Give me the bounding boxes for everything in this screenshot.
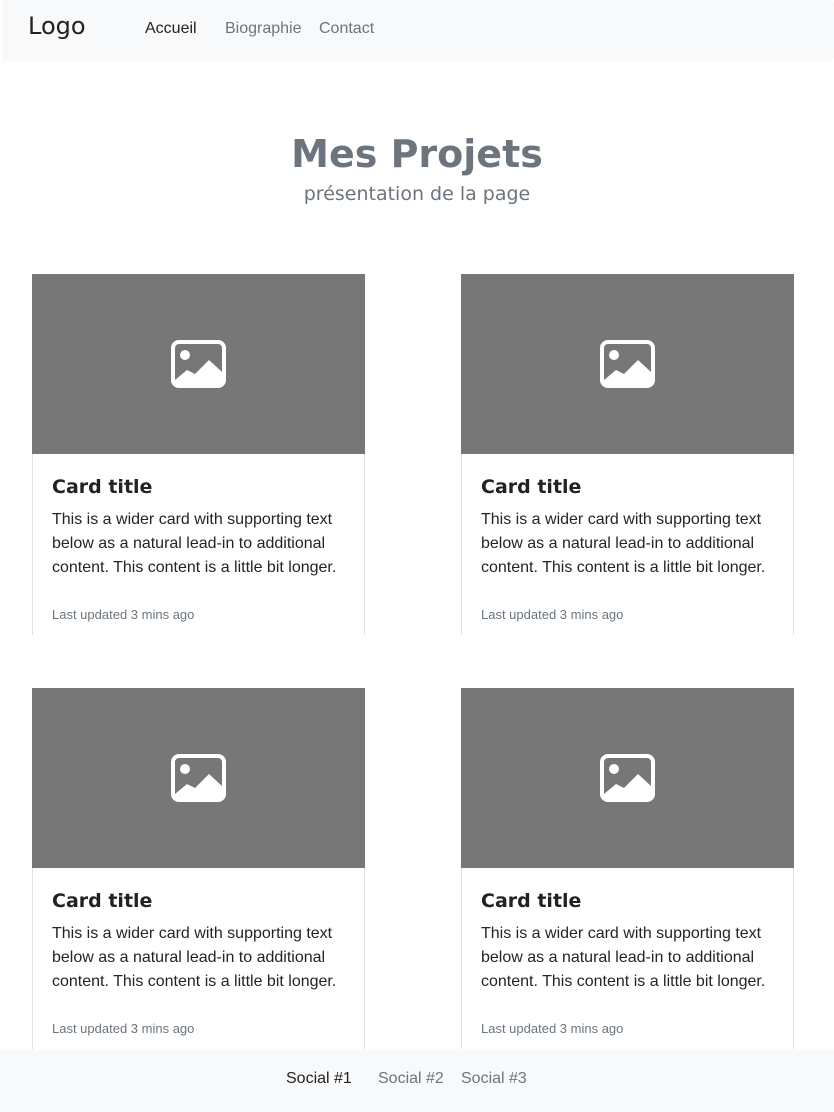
card-image — [32, 274, 365, 454]
card-image — [461, 688, 794, 868]
project-card: Card title This is a wider card with sup… — [461, 688, 794, 1049]
card-text: This is a wider card with supporting tex… — [481, 925, 766, 990]
card-text: This is a wider card with supporting tex… — [52, 511, 337, 576]
navbar: Logo Accueil Biographie Contact — [2, 0, 834, 61]
card-title: Card title — [481, 476, 582, 498]
page-title: Mes Projets — [291, 132, 543, 176]
card-updated-text: Last updated 3 mins ago — [52, 607, 195, 622]
card-title: Card title — [481, 890, 582, 912]
nav-link-biographie[interactable]: Biographie — [225, 20, 302, 38]
project-card: Card title This is a wider card with sup… — [32, 688, 365, 1049]
card-text: This is a wider card with supporting tex… — [481, 511, 766, 576]
card-image — [461, 274, 794, 454]
logo[interactable]: Logo — [28, 12, 86, 40]
image-placeholder-icon — [600, 340, 655, 388]
card-title: Card title — [52, 476, 153, 498]
card-updated-text: Last updated 3 mins ago — [481, 1021, 624, 1036]
card-updated-text: Last updated 3 mins ago — [52, 1021, 195, 1036]
nav-link-accueil[interactable]: Accueil — [145, 20, 197, 38]
footer-link-social-3[interactable]: Social #3 — [461, 1070, 527, 1088]
footer-link-social-2[interactable]: Social #2 — [378, 1070, 444, 1088]
image-placeholder-icon — [171, 754, 226, 802]
card-text: This is a wider card with supporting tex… — [52, 925, 337, 990]
nav-link-contact[interactable]: Contact — [319, 20, 374, 38]
footer: Social #1 Social #2 Social #3 — [0, 1050, 834, 1112]
card-updated-text: Last updated 3 mins ago — [481, 607, 624, 622]
footer-link-social-1[interactable]: Social #1 — [286, 1070, 352, 1088]
image-placeholder-icon — [171, 340, 226, 388]
page-subtitle: présentation de la page — [303, 183, 531, 205]
project-card: Card title This is a wider card with sup… — [32, 274, 365, 635]
card-image — [32, 688, 365, 868]
image-placeholder-icon — [600, 754, 655, 802]
project-card: Card title This is a wider card with sup… — [461, 274, 794, 635]
card-title: Card title — [52, 890, 153, 912]
